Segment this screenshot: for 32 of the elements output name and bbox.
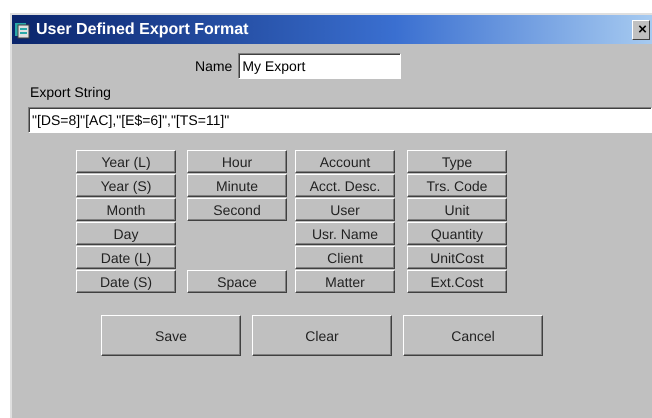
field-button[interactable]: Date (L) bbox=[76, 246, 176, 269]
close-button[interactable]: × bbox=[632, 20, 650, 40]
field-button[interactable]: User bbox=[295, 198, 395, 221]
field-button[interactable]: Space bbox=[187, 270, 287, 293]
export-string-label: Export String bbox=[30, 83, 111, 102]
dialog-button[interactable]: Clear bbox=[252, 315, 392, 356]
window-title: User Defined Export Format bbox=[36, 20, 248, 40]
name-label: Name bbox=[195, 56, 232, 76]
field-button[interactable]: Second bbox=[187, 198, 287, 221]
field-button[interactable]: Quantity bbox=[407, 222, 507, 245]
field-button[interactable]: Year (L) bbox=[76, 150, 176, 173]
field-button[interactable]: Client bbox=[295, 246, 395, 269]
field-button[interactable]: Usr. Name bbox=[295, 222, 395, 245]
name-field[interactable]: My Export bbox=[238, 53, 402, 79]
field-button[interactable]: Acct. Desc. bbox=[295, 174, 395, 197]
field-button[interactable]: Day bbox=[76, 222, 176, 245]
field-button[interactable]: Trs. Code bbox=[407, 174, 507, 197]
field-button[interactable]: Minute bbox=[187, 174, 287, 197]
field-button[interactable]: Unit bbox=[407, 198, 507, 221]
field-button[interactable]: Account bbox=[295, 150, 395, 173]
field-button[interactable]: Hour bbox=[187, 150, 287, 173]
dialog-button[interactable]: Save bbox=[101, 315, 241, 356]
field-button[interactable]: Date (S) bbox=[76, 270, 176, 293]
export-string-field[interactable]: "[DS=8]"[AC],"[E$=6]","[TS=11]" bbox=[28, 107, 652, 133]
field-button[interactable]: Year (S) bbox=[76, 174, 176, 197]
dialog-button[interactable]: Cancel bbox=[403, 315, 543, 356]
field-button[interactable]: Ext.Cost bbox=[407, 270, 507, 293]
field-button[interactable]: Month bbox=[76, 198, 176, 221]
field-button[interactable]: Matter bbox=[295, 270, 395, 293]
app-icon bbox=[14, 20, 32, 38]
field-button[interactable]: UnitCost bbox=[407, 246, 507, 269]
field-button[interactable]: Type bbox=[407, 150, 507, 173]
